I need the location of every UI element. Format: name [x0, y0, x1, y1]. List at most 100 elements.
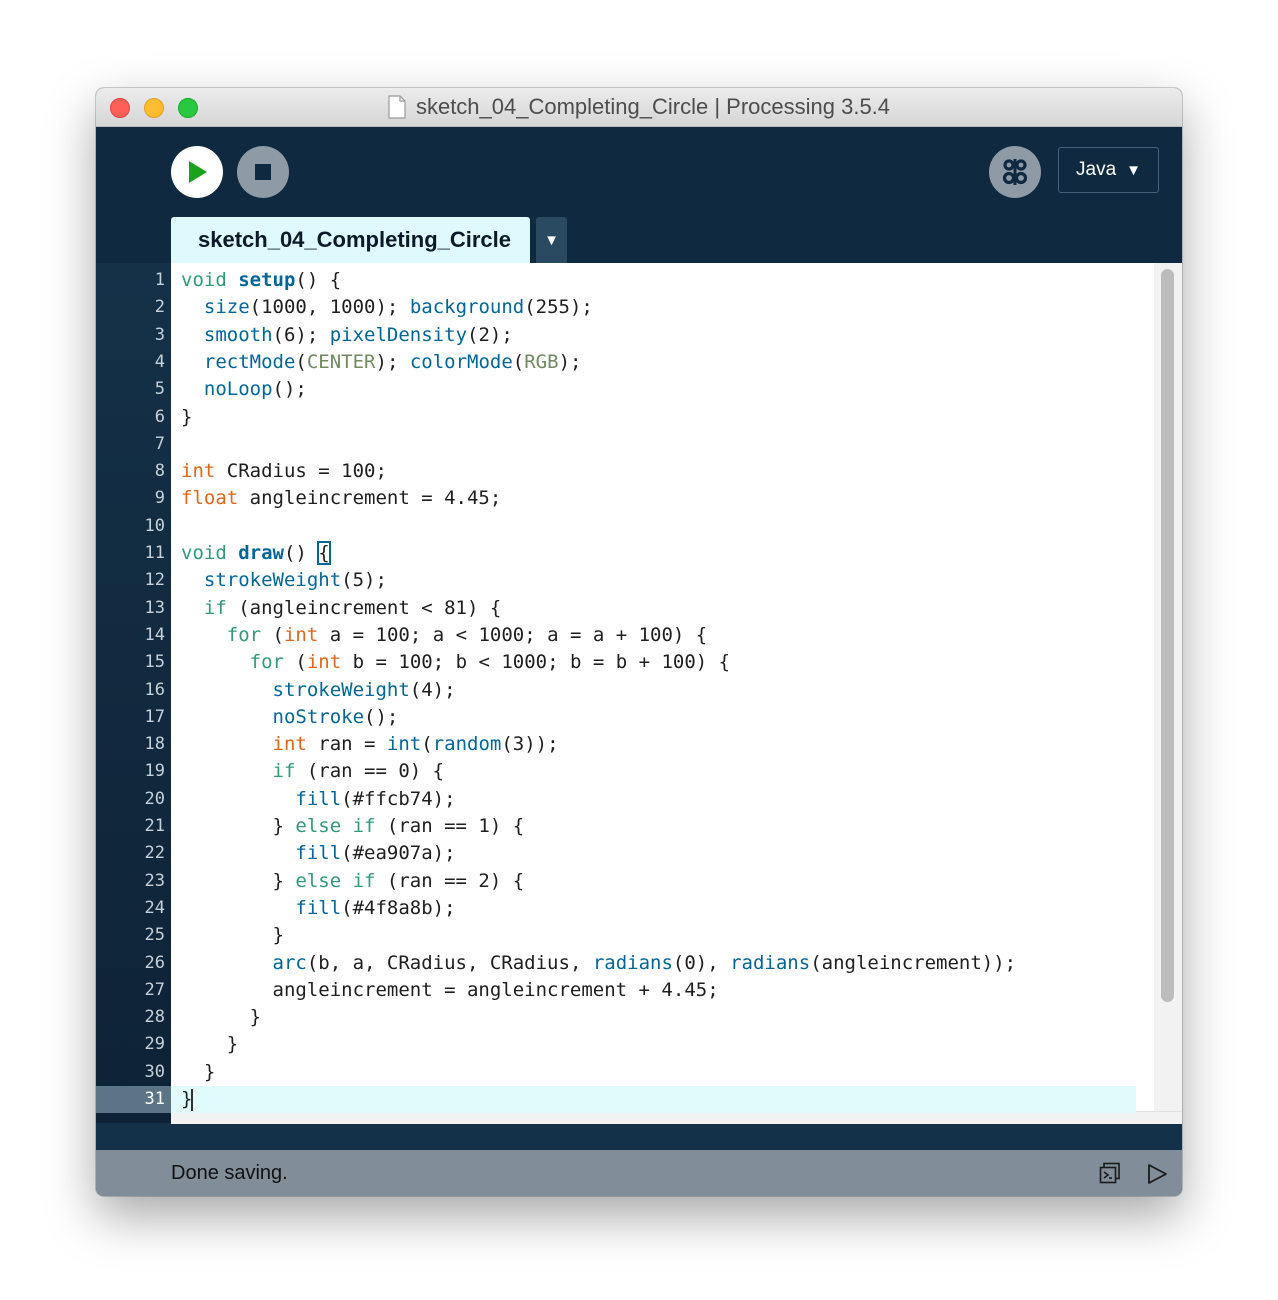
line-number: 26: [144, 952, 165, 973]
vertical-scrollbar[interactable]: [1154, 263, 1182, 1113]
code-line: for (int b = 100; b < 1000; b = b + 100)…: [171, 649, 1136, 676]
code-token: CENTER: [306, 350, 376, 373]
code-token: CRadius = 100;: [215, 460, 387, 483]
code-token: (#ffcb74);: [341, 787, 456, 810]
line-number: 13: [144, 597, 165, 618]
code-token: }: [181, 1006, 262, 1029]
line-number: 30: [144, 1061, 165, 1082]
code-token: int: [306, 651, 342, 674]
code-token: }: [181, 1033, 239, 1056]
code-token: (: [512, 350, 525, 373]
code-token: }: [181, 405, 193, 428]
tab-strip: sketch_04_Completing_Circle ▼: [96, 217, 1182, 263]
code-line: }: [171, 922, 1136, 949]
code-line: void setup() {: [171, 267, 1136, 294]
line-number: 7: [154, 433, 165, 454]
line-number: 11: [144, 543, 165, 563]
line-number: 20: [144, 788, 165, 809]
mode-selector[interactable]: Java ▼: [1058, 147, 1159, 193]
line-number: 19: [144, 761, 165, 782]
code-token: (5);: [341, 569, 387, 592]
code-line: arc(b, a, CRadius, CRadius, radians(0), …: [171, 950, 1136, 977]
processing-window: sketch_04_Completing_Circle | Processing…: [96, 88, 1182, 1196]
line-number: 17: [144, 706, 165, 727]
code-token: void: [181, 269, 239, 291]
code-token: else if: [295, 869, 376, 892]
vertical-scrollbar-thumb[interactable]: [1161, 269, 1174, 1002]
chevron-down-icon: ▼: [544, 231, 559, 249]
code-token: (1000, 1000);: [249, 296, 410, 319]
code-line: rectMode(CENTER); colorMode(RGB);: [171, 349, 1136, 376]
expand-console-icon[interactable]: [1146, 1163, 1168, 1185]
code-token: (ran == 1) {: [375, 815, 525, 837]
code-token: ();: [272, 378, 307, 401]
code-token: radians: [730, 951, 811, 974]
code-token: (: [421, 733, 433, 756]
code-line: void draw() {: [171, 540, 1136, 567]
code-token: a = 100; a < 1000; a = a + 100) {: [318, 623, 708, 646]
code-token: int: [181, 460, 216, 483]
line-number: 27: [144, 979, 165, 1000]
code-line: float angleincrement = 4.45;: [171, 485, 1136, 512]
code-token: }: [181, 924, 284, 947]
code-line: }: [171, 404, 1136, 431]
line-number: 1: [154, 270, 165, 290]
code-line: strokeWeight(5);: [171, 567, 1136, 594]
line-number: 8: [154, 461, 165, 482]
code-token: noStroke: [272, 705, 365, 728]
debug-button[interactable]: [989, 146, 1041, 198]
code-line: } else if (ran == 1) {: [171, 813, 1136, 840]
code-token: (#4f8a8b);: [341, 896, 456, 919]
code-line: size(1000, 1000); background(255);: [171, 294, 1136, 321]
code-token: random: [432, 733, 502, 756]
code-token: (ran == 2) {: [375, 869, 525, 892]
code-token: }: [181, 815, 296, 837]
console-toggle-icon[interactable]: [1099, 1162, 1121, 1184]
code-token: (#ea907a);: [341, 842, 456, 865]
code-token: int: [283, 623, 319, 646]
code-token: arc: [272, 951, 307, 974]
tab-menu-button[interactable]: ▼: [536, 217, 567, 263]
code-line: angleincrement = angleincrement + 4.45;: [171, 977, 1136, 1004]
line-number: 29: [144, 1034, 165, 1055]
tab-label: sketch_04_Completing_Circle: [198, 227, 512, 252]
code-token: pixelDensity: [329, 323, 468, 346]
code-token: colorMode: [409, 350, 513, 373]
line-number: 5: [154, 379, 165, 400]
line-number: 22: [144, 843, 165, 864]
document-icon: [388, 95, 406, 119]
stop-button[interactable]: [237, 146, 289, 198]
stop-icon: [255, 164, 271, 180]
code-line: } else if (ran == 2) {: [171, 868, 1136, 895]
code-token: strokeWeight: [203, 569, 342, 592]
code-token: (6);: [272, 323, 330, 346]
code-token: smooth: [203, 323, 273, 346]
tab-sketch[interactable]: sketch_04_Completing_Circle: [171, 217, 530, 263]
code-token: size: [203, 296, 250, 319]
code-token: (3));: [501, 733, 559, 756]
code-line: fill(#4f8a8b);: [171, 895, 1136, 922]
code-token: RGB: [524, 350, 559, 373]
line-number: 16: [144, 679, 165, 700]
code-token: void: [181, 542, 239, 564]
line-number: 12: [144, 570, 165, 591]
code-line: }: [171, 1031, 1136, 1058]
line-number: 18: [144, 734, 165, 755]
text-cursor: [191, 1088, 194, 1111]
code-line: for (int a = 100; a < 1000; a = a + 100)…: [171, 622, 1136, 649]
code-editor[interactable]: void setup() { size(1000, 1000); backgro…: [171, 263, 1182, 1124]
run-button[interactable]: [171, 146, 223, 198]
code-token: for: [249, 651, 284, 674]
